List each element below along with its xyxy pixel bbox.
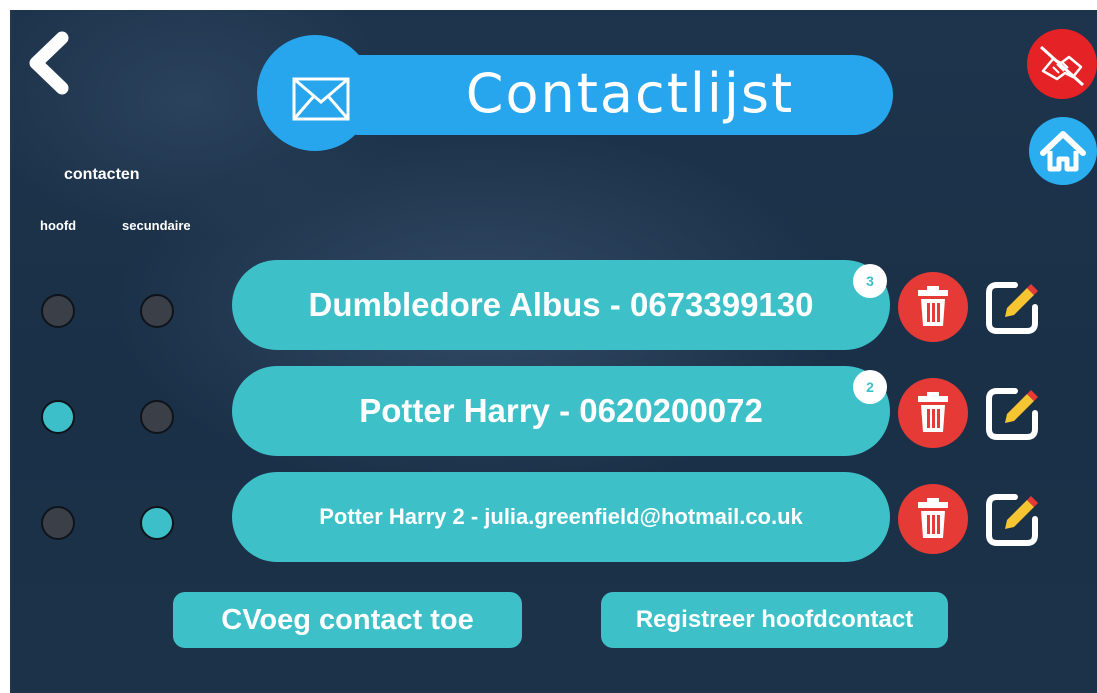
delete-contact-button-2[interactable]	[898, 378, 968, 448]
edit-contact-button-1[interactable]	[981, 275, 1045, 339]
contact-badge-2: 2	[853, 370, 887, 404]
add-contact-button[interactable]: CVoeg contact toe	[173, 592, 522, 648]
contacts-label: contacten	[64, 166, 140, 183]
trash-icon	[918, 392, 948, 432]
delete-contact-button-3[interactable]	[898, 484, 968, 554]
page-title: Contactlijst	[465, 62, 795, 125]
edit-icon	[986, 494, 1038, 546]
home-button[interactable]	[1029, 117, 1097, 185]
contact-item-3[interactable]: Potter Harry 2 - julia.greenfield@hotmai…	[232, 472, 890, 562]
contact-item-1[interactable]: Dumbledore Albus - 0673399130	[232, 260, 890, 350]
edit-icon	[986, 282, 1038, 334]
back-button[interactable]	[24, 28, 80, 98]
secondary-column-label: secundaire	[122, 218, 191, 233]
delete-contact-button-1[interactable]	[898, 272, 968, 342]
no-handshake-icon	[1039, 45, 1085, 87]
chevron-left-icon	[29, 31, 69, 95]
contact-item-2[interactable]: Potter Harry - 0620200072	[232, 366, 890, 456]
edit-icon	[986, 388, 1038, 440]
primary-radio-1[interactable]	[41, 294, 75, 328]
secondary-radio-2[interactable]	[140, 400, 174, 434]
no-handshake-button[interactable]	[1027, 29, 1097, 99]
edit-contact-button-2[interactable]	[981, 381, 1045, 445]
home-icon	[1040, 131, 1086, 172]
primary-radio-3[interactable]	[41, 506, 75, 540]
contact-badge-1: 3	[853, 264, 887, 298]
primary-column-label: hoofd	[40, 218, 77, 233]
trash-icon	[918, 498, 948, 538]
secondary-radio-3[interactable]	[140, 506, 174, 540]
contact-list-screen: Contactlijst contacten hoofd secundaire …	[10, 10, 1097, 693]
envelope-icon	[291, 76, 351, 122]
register-primary-contact-button[interactable]: Registreer hoofdcontact	[601, 592, 948, 648]
primary-radio-2[interactable]	[41, 400, 75, 434]
secondary-radio-1[interactable]	[140, 294, 174, 328]
edit-contact-button-3[interactable]	[981, 487, 1045, 551]
trash-icon	[918, 286, 948, 326]
